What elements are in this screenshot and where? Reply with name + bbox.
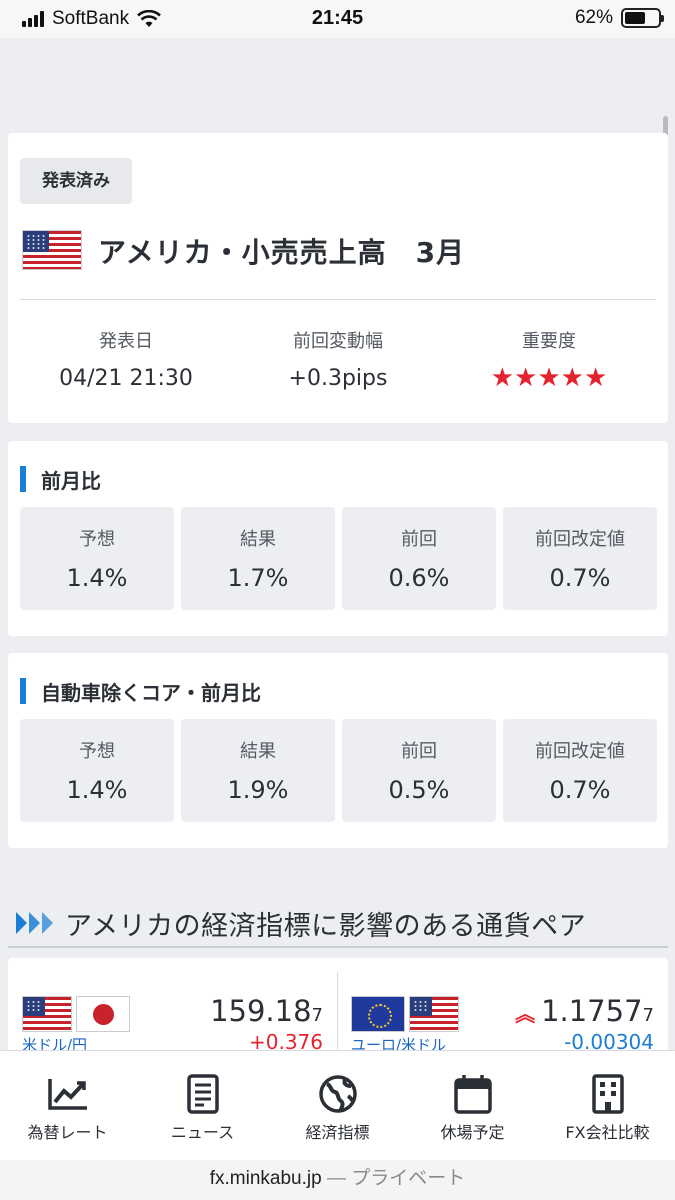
up-double-arrow-icon: ︽ (515, 1002, 536, 1026)
result-box: 結果 1.9% (181, 719, 335, 822)
prev-move-value: +0.3pips (288, 366, 388, 391)
box-value: 1.9% (227, 776, 289, 804)
importance-label: 重要度 (522, 331, 576, 352)
divider (337, 972, 338, 1058)
box-label: 結果 (240, 529, 276, 550)
tab-label: 経済指標 (305, 1123, 370, 1142)
document-icon (135, 1073, 270, 1115)
tab-fx-compare[interactable]: FX会社比較 (540, 1051, 675, 1160)
price-small: 7 (311, 1005, 323, 1026)
tab-label: 休場予定 (440, 1123, 505, 1142)
box-value: 1.4% (66, 564, 128, 592)
box-value: 0.6% (388, 564, 450, 592)
status-bar: SoftBank 21:45 62% (0, 0, 675, 38)
forecast-box: 予想 1.4% (20, 507, 174, 610)
price-main: 1.1757 (541, 994, 643, 1028)
jp-flag-icon (76, 996, 130, 1032)
importance-stars: ★★★★★ (490, 363, 608, 393)
private-mode-label: プライベート (351, 1168, 466, 1189)
section-title: 自動車除くコア・前月比 (20, 677, 261, 705)
release-date-value: 04/21 21:30 (59, 366, 193, 391)
event-title: アメリカ・小売売上高 3月 (98, 236, 466, 269)
section-core-mom: 自動車除くコア・前月比 予想 1.4% 結果 1.9% 前回 0.5% 前回改定… (8, 653, 668, 848)
us-flag-icon (22, 230, 82, 270)
value-boxes: 予想 1.4% 結果 1.9% 前回 0.5% 前回改定値 0.7% (20, 719, 657, 822)
section-mom: 前月比 予想 1.4% 結果 1.7% 前回 0.6% 前回改定値 0.7% (8, 441, 668, 636)
section-title-text: 前月比 (41, 468, 101, 493)
box-value: 0.5% (388, 776, 450, 804)
eu-flag-icon (351, 996, 405, 1032)
pair-flags (22, 996, 130, 1032)
box-value: 0.7% (549, 564, 611, 592)
box-label: 前回 (401, 741, 437, 762)
box-value: 1.7% (227, 564, 289, 592)
calendar-icon (405, 1073, 540, 1115)
price-small: 7 (642, 1005, 654, 1026)
event-header-card: 発表済み アメリカ・小売売上高 3月 発表日 04/21 21:30 前回変動幅… (8, 133, 668, 423)
box-value: 0.7% (549, 776, 611, 804)
importance-block: 重要度 ★★★★★ (439, 327, 659, 393)
battery-icon (621, 8, 664, 28)
tab-rates[interactable]: 為替レート (0, 1051, 135, 1160)
box-label: 前回改定値 (535, 529, 625, 550)
tab-holidays[interactable]: 休場予定 (405, 1051, 540, 1160)
status-right: 62% (574, 7, 664, 29)
section-title: 前月比 (20, 465, 101, 493)
url-separator: — (321, 1168, 352, 1189)
revised-box: 前回改定値 0.7% (503, 507, 657, 610)
pair-price: 159.187 (210, 994, 323, 1028)
chart-line-icon (0, 1073, 135, 1115)
url-domain: fx.minkabu.jp (209, 1168, 322, 1189)
box-value: 1.4% (66, 776, 128, 804)
box-label: 予想 (79, 529, 115, 550)
box-label: 前回改定値 (535, 741, 625, 762)
us-flag-icon (22, 996, 72, 1032)
prev-move-label: 前回変動幅 (293, 331, 383, 352)
browser-url-bar[interactable]: fx.minkabu.jp — プライベート (0, 1160, 675, 1200)
bottom-tab-bar: 為替レート ニュース 経済指標 休場予定 FX会社比較 (0, 1050, 675, 1160)
section-accent-bar (20, 466, 26, 492)
divider (20, 299, 656, 300)
tab-label: ニュース (170, 1123, 235, 1142)
section-title-text: 自動車除くコア・前月比 (41, 680, 261, 705)
box-label: 前回 (401, 529, 437, 550)
box-label: 結果 (240, 741, 276, 762)
building-icon (540, 1073, 675, 1115)
pair-price: ︽ 1.17577 (515, 994, 654, 1028)
release-date-label: 発表日 (99, 331, 153, 352)
globe-icon (270, 1073, 405, 1115)
tab-label: 為替レート (27, 1123, 108, 1142)
revised-box: 前回改定値 0.7% (503, 719, 657, 822)
previous-box: 前回 0.5% (342, 719, 496, 822)
box-label: 予想 (79, 741, 115, 762)
tab-news[interactable]: ニュース (135, 1051, 270, 1160)
status-badge: 発表済み (20, 158, 132, 204)
forecast-box: 予想 1.4% (20, 719, 174, 822)
previous-box: 前回 0.6% (342, 507, 496, 610)
value-boxes: 予想 1.4% 結果 1.7% 前回 0.6% 前回改定値 0.7% (20, 507, 657, 610)
result-box: 結果 1.7% (181, 507, 335, 610)
tab-label: FX会社比較 (565, 1123, 650, 1142)
prev-move-block: 前回変動幅 +0.3pips (228, 327, 448, 391)
battery-percent: 62% (574, 7, 613, 28)
price-main: 159.18 (210, 994, 312, 1028)
section-accent-bar (20, 678, 26, 704)
related-pairs-title: アメリカの経済指標に影響のある通貨ペア (65, 910, 587, 942)
currency-pairs-card: 米ドル/円 159.187 +0.376 ユーロ/米ドル ︽ 1.17577 -0… (8, 958, 668, 1058)
pair-flags (351, 996, 459, 1032)
chevrons-right-icon (16, 912, 55, 934)
related-pairs-header: アメリカの経済指標に影響のある通貨ペア (8, 900, 668, 948)
us-flag-icon (409, 996, 459, 1032)
tab-indicators[interactable]: 経済指標 (270, 1051, 405, 1160)
release-date-block: 発表日 04/21 21:30 (16, 327, 236, 391)
clock: 21:45 (311, 7, 364, 29)
